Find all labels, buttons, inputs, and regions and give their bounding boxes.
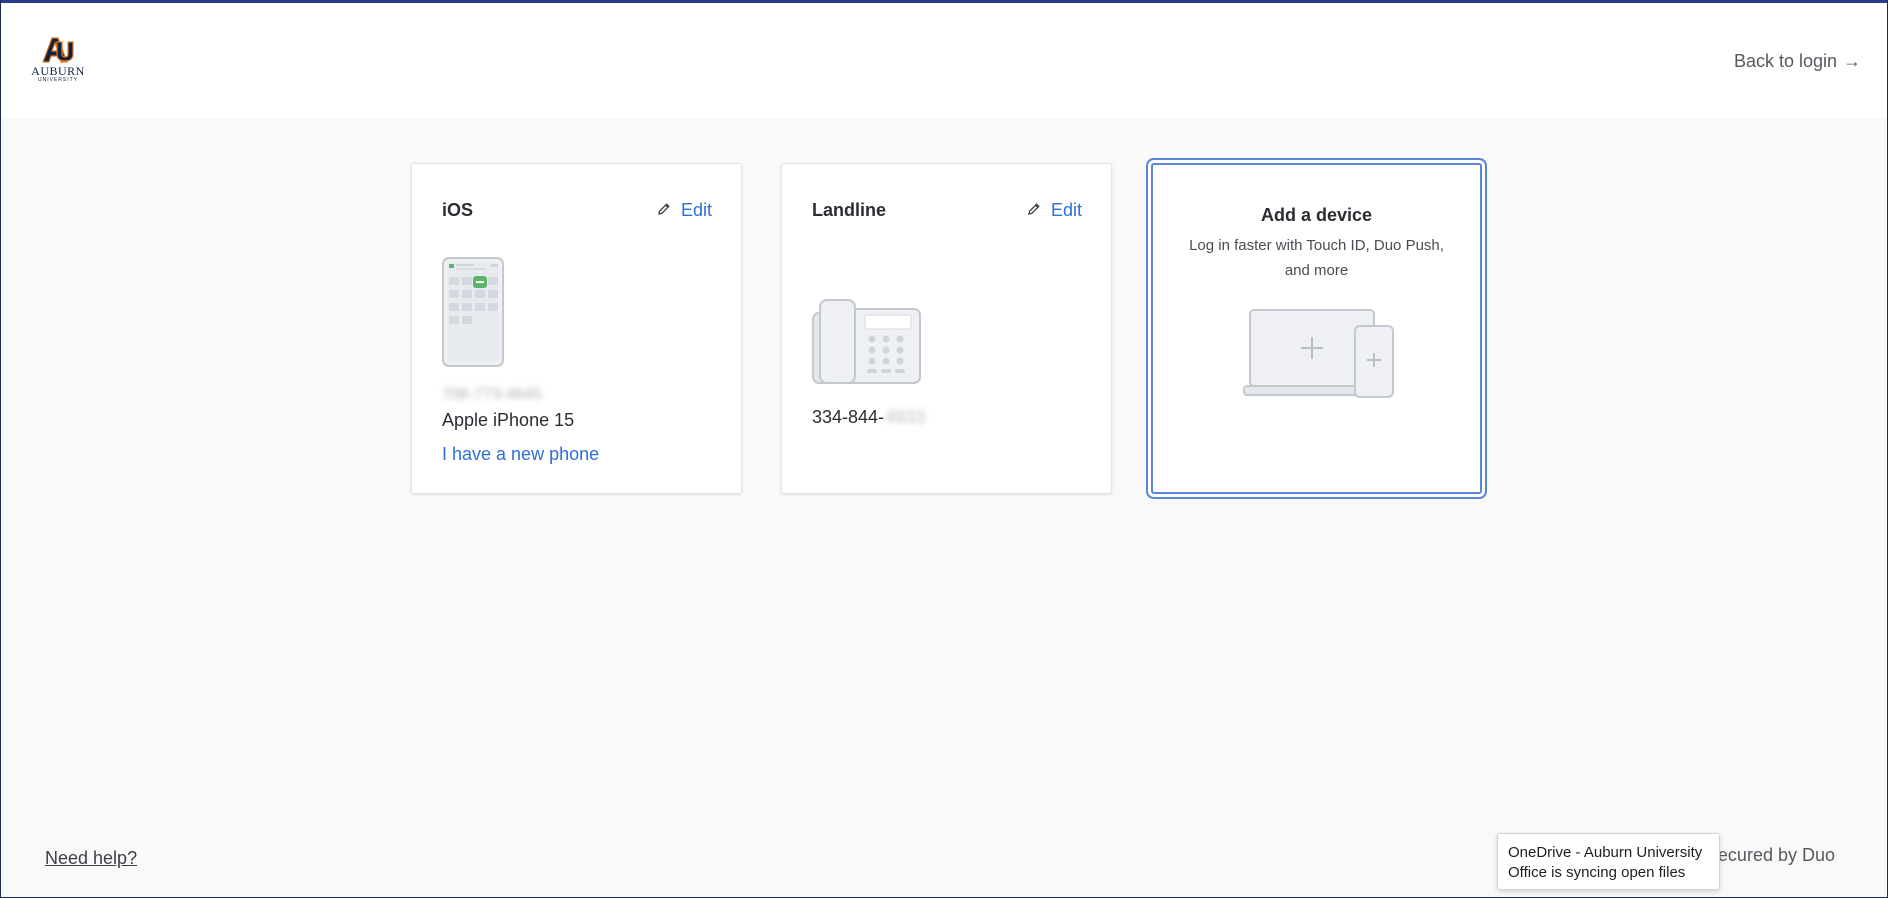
device-type-title: iOS: [442, 200, 474, 220]
landline-phone-icon: [812, 299, 922, 390]
smartphone-icon: [442, 257, 504, 372]
back-to-login-link[interactable]: Back to login →: [1734, 51, 1861, 72]
auburn-logo: AUBURN UNIVERSITY: [25, 36, 91, 90]
onedrive-notification[interactable]: OneDrive - Auburn University Office is s…: [1497, 833, 1720, 890]
device-type-title: Landline: [812, 200, 887, 220]
landline-number-visible: 334-844-: [812, 407, 885, 427]
masked-phone-number: 706-773-4645: [442, 386, 542, 403]
landline-number: 334-844- 4933: [812, 407, 925, 428]
edit-landline-button[interactable]: Edit: [1027, 200, 1082, 221]
add-device-illustration-icon: [1243, 308, 1395, 405]
header: AUBURN UNIVERSITY Back to login →: [1, 3, 1887, 118]
device-card-ios: iOS Edit 706-773-4645 Apple iPhone 15 I …: [411, 163, 742, 494]
edit-label: Edit: [1050, 200, 1082, 220]
pencil-icon: [657, 200, 671, 221]
add-device-card[interactable]: Add a device Log in faster with Touch ID…: [1151, 163, 1482, 494]
need-help-link[interactable]: Need help?: [45, 848, 137, 869]
secured-by-duo-label: ecured by Duo: [1717, 845, 1835, 865]
edit-ios-button[interactable]: Edit: [657, 200, 712, 221]
add-device-title: Add a device: [1260, 205, 1373, 225]
pencil-icon: [1027, 200, 1041, 221]
device-card-landline: Landline Edit 334-844- 4933: [781, 163, 1112, 494]
device-model: Apple iPhone 15: [442, 410, 575, 430]
logo-wordmark: AUBURN: [31, 64, 85, 78]
notification-message: Office is syncing open files: [1508, 864, 1686, 881]
add-device-description: Log in faster with Touch ID, Duo Push, a…: [1189, 237, 1444, 279]
back-to-login-label: Back to login: [1733, 51, 1837, 71]
edit-label: Edit: [680, 200, 712, 220]
arrow-right-icon: →: [1843, 51, 1861, 71]
landline-number-masked: 4933: [885, 407, 926, 427]
auburn-au-icon: [42, 37, 74, 63]
notification-title: OneDrive - Auburn University: [1508, 844, 1703, 861]
new-phone-link[interactable]: I have a new phone: [442, 444, 599, 465]
